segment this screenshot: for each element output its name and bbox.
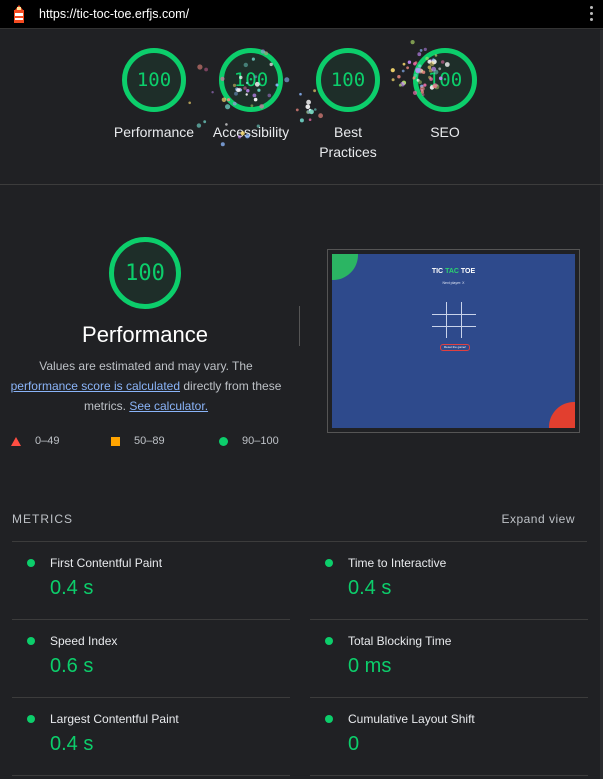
triangle-icon	[11, 436, 21, 446]
metric-value: 0.4 s	[50, 577, 94, 599]
gauge-seo[interactable]: 100 SEO	[400, 48, 490, 142]
page-url[interactable]: https://tic-toc-toe.erfjs.com/	[39, 7, 189, 21]
screenshot-subtitle: Next player: X	[442, 281, 465, 285]
gauge-accessibility[interactable]: 100 Accessibility	[206, 48, 296, 142]
metric-value: 0.4 s	[50, 733, 94, 755]
category-gauges: 100 Performance 100 Accessibility 100 Be…	[0, 30, 603, 185]
gauge-score: 100	[233, 69, 269, 91]
score-calculated-link[interactable]: performance score is calculated	[11, 379, 180, 393]
gauge-label: Best Practices	[319, 124, 377, 160]
decor-circle	[332, 254, 358, 280]
metric-speed-index: Speed Index 0.6 s	[12, 620, 290, 698]
legend-range: 50–89	[134, 435, 165, 447]
reset-button: Reset the game!	[440, 344, 470, 351]
metric-name: Cumulative Layout Shift	[348, 712, 475, 726]
expand-view-button[interactable]: Expand view	[501, 512, 575, 526]
desc-text: Values are estimated and may vary. The	[39, 359, 253, 373]
performance-gauge: 100	[109, 237, 181, 309]
metric-name: Total Blocking Time	[348, 634, 452, 648]
lighthouse-icon	[14, 5, 24, 23]
metric-tti: Time to Interactive 0.4 s	[310, 542, 588, 620]
pass-icon	[27, 715, 35, 723]
pass-icon	[325, 715, 333, 723]
decor-circle	[549, 402, 575, 428]
metric-value: 0.6 s	[50, 655, 94, 677]
metric-value: 0.4 s	[348, 577, 392, 599]
gauge-score: 100	[427, 69, 463, 91]
circle-icon	[219, 436, 228, 446]
legend-range: 90–100	[242, 435, 279, 447]
board-grid	[432, 302, 476, 338]
metric-tbt: Total Blocking Time 0 ms	[310, 620, 588, 698]
gauge-score: 100	[330, 69, 366, 91]
address-bar: https://tic-toc-toe.erfjs.com/	[0, 0, 603, 29]
kebab-menu-icon[interactable]	[590, 6, 594, 22]
gauge-label: Accessibility	[212, 124, 290, 140]
performance-summary: 100 Performance Values are estimated and…	[0, 186, 603, 476]
pass-icon	[27, 637, 35, 645]
legend-range: 0–49	[35, 435, 60, 447]
gauge-score: 100	[136, 69, 172, 91]
see-calculator-link[interactable]: See calculator.	[129, 399, 208, 413]
metric-name: Largest Contentful Paint	[50, 712, 179, 726]
screenshot-title: TIC TAC TOE	[431, 268, 476, 275]
pass-icon	[325, 559, 333, 567]
metric-value: 0	[348, 733, 360, 755]
screenshot-page: TIC TAC TOE Next player: X Reset the gam…	[332, 254, 575, 428]
square-icon	[111, 436, 120, 446]
gauge-ring: 100	[122, 48, 186, 112]
pass-icon	[27, 559, 35, 567]
gauge-performance[interactable]: 100 Performance	[109, 48, 199, 142]
legend-fail: 0–49	[11, 435, 59, 447]
pass-icon	[325, 637, 333, 645]
divider	[299, 306, 300, 346]
metrics-heading: METRICS	[12, 512, 73, 526]
metric-value: 0 ms	[348, 655, 392, 677]
performance-description: Values are estimated and may vary. The p…	[6, 356, 286, 416]
gauge-label: SEO	[430, 124, 460, 140]
legend-pass: 90–100	[219, 435, 279, 447]
final-screenshot[interactable]: TIC TAC TOE Next player: X Reset the gam…	[327, 249, 580, 433]
metric-cls: Cumulative Layout Shift 0	[310, 698, 588, 776]
performance-title: Performance	[82, 322, 208, 347]
gauge-ring: 100	[316, 48, 380, 112]
metric-lcp: Largest Contentful Paint 0.4 s	[12, 698, 290, 776]
gauge-label: Performance	[113, 124, 195, 140]
gauge-ring: 100	[219, 48, 283, 112]
metric-fcp: First Contentful Paint 0.4 s	[12, 542, 290, 620]
performance-score: 100	[125, 260, 165, 286]
gauge-best-practices[interactable]: 100 Best Practices	[303, 48, 393, 162]
metric-name: Speed Index	[50, 634, 118, 648]
metric-name: First Contentful Paint	[50, 556, 163, 570]
metric-name: Time to Interactive	[348, 556, 447, 570]
gauge-ring: 100	[413, 48, 477, 112]
legend-average: 50–89	[111, 435, 165, 447]
